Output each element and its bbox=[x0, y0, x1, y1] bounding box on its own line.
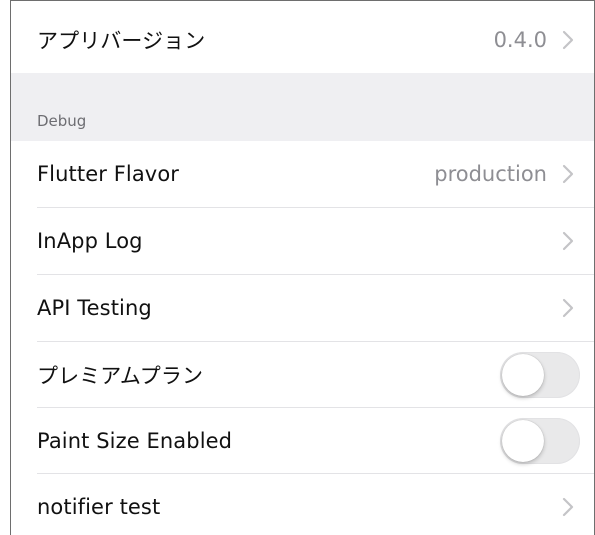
flutter-flavor-value: production bbox=[434, 162, 547, 186]
inapp-log-label: InApp Log bbox=[37, 229, 143, 253]
debug-section-header: Debug bbox=[11, 73, 594, 141]
paint-size-enabled-toggle[interactable] bbox=[500, 418, 580, 464]
api-testing-label: API Testing bbox=[37, 296, 152, 320]
toggle-knob bbox=[502, 420, 544, 462]
flutter-flavor-row[interactable]: Flutter Flavor production bbox=[11, 141, 594, 207]
premium-plan-toggle[interactable] bbox=[500, 352, 580, 398]
chevron-right-icon bbox=[562, 231, 574, 251]
chevron-right-icon bbox=[562, 164, 574, 184]
notifier-test-label: notifier test bbox=[37, 495, 161, 519]
chevron-right-icon bbox=[562, 497, 574, 517]
app-version-value: 0.4.0 bbox=[493, 28, 547, 52]
settings-list: アプリバージョン 0.4.0 Debug Flutter Flavor prod… bbox=[10, 0, 595, 535]
chevron-right-icon bbox=[562, 298, 574, 318]
paint-size-enabled-row: Paint Size Enabled bbox=[11, 408, 594, 474]
notifier-test-row[interactable]: notifier test bbox=[11, 474, 594, 535]
paint-size-enabled-label: Paint Size Enabled bbox=[37, 429, 233, 453]
inapp-log-row[interactable]: InApp Log bbox=[11, 208, 594, 274]
app-version-label: アプリバージョン bbox=[37, 29, 206, 53]
chevron-right-icon bbox=[562, 30, 574, 50]
flutter-flavor-label: Flutter Flavor bbox=[37, 162, 180, 186]
toggle-knob bbox=[502, 354, 544, 396]
debug-section-title: Debug bbox=[37, 112, 87, 130]
api-testing-row[interactable]: API Testing bbox=[11, 275, 594, 341]
premium-plan-label: プレミアムプラン bbox=[37, 364, 204, 388]
app-version-row[interactable]: アプリバージョン 0.4.0 bbox=[11, 7, 594, 73]
premium-plan-row: プレミアムプラン bbox=[11, 342, 594, 408]
